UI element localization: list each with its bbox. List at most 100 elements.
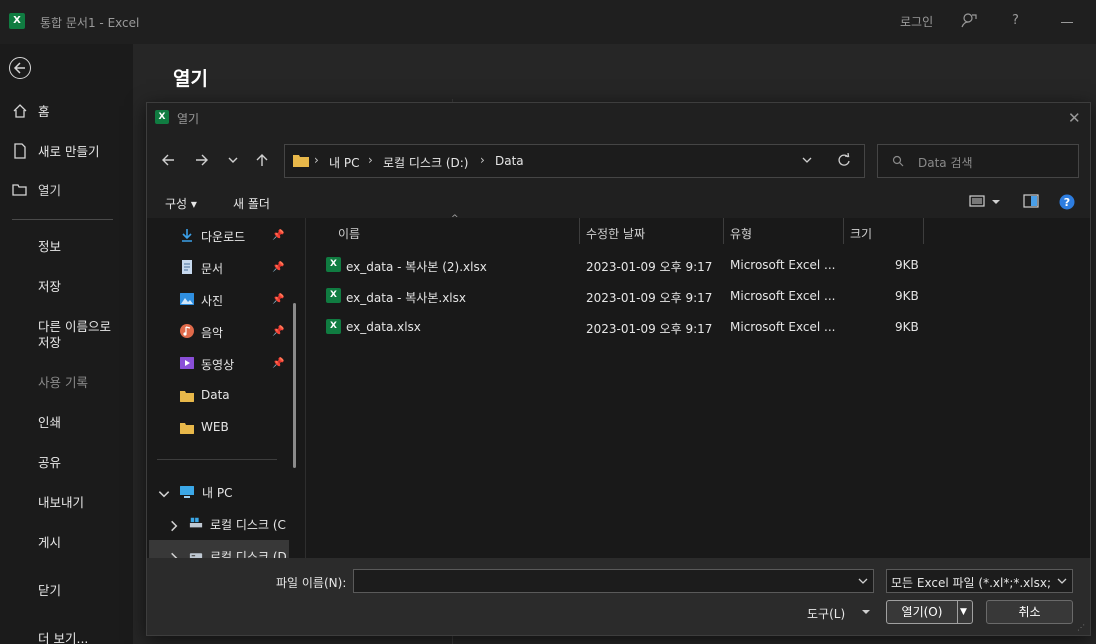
- file-size: 9KB: [895, 289, 919, 303]
- file-size: 9KB: [895, 320, 919, 334]
- pin-icon: 📌: [272, 358, 285, 369]
- nav-new[interactable]: 새로 만들기: [38, 144, 99, 160]
- chevron-down-icon[interactable]: [801, 154, 813, 166]
- nav-close[interactable]: 닫기: [38, 583, 61, 599]
- help-icon[interactable]: ?: [1012, 13, 1019, 28]
- tree-scrollbar[interactable]: [293, 303, 296, 468]
- tree-label: 내 PC: [202, 486, 233, 500]
- refresh-icon[interactable]: [837, 153, 851, 167]
- nav-more[interactable]: 더 보기...: [38, 631, 88, 644]
- tree-label: WEB: [201, 420, 229, 434]
- breadcrumb-separator: ›: [314, 153, 319, 167]
- nav-info[interactable]: 정보: [38, 239, 61, 255]
- help-icon[interactable]: ?: [1059, 194, 1075, 210]
- navigation-row: › 내 PC › 로컬 디스크 (D:) › Data Data 검색: [147, 143, 1090, 179]
- nav-save[interactable]: 저장: [38, 279, 61, 295]
- column-divider[interactable]: [579, 218, 580, 244]
- column-divider[interactable]: [923, 218, 924, 244]
- navigation-tree: 다운로드 📌 문서 📌 사진 📌 음악 📌 동영상 📌 Data WEB 내 P…: [147, 218, 305, 558]
- close-icon[interactable]: ✕: [1068, 109, 1081, 127]
- breadcrumb-drive-d[interactable]: 로컬 디스크 (D:): [383, 154, 468, 171]
- column-header-name[interactable]: 이름: [338, 225, 360, 242]
- preview-pane-icon[interactable]: [1023, 194, 1039, 208]
- document-icon: [182, 260, 192, 274]
- file-date: 2023-01-09 오후 9:17: [586, 260, 713, 274]
- open-button[interactable]: 열기(O) ▼: [886, 600, 973, 624]
- new-document-icon: [14, 143, 26, 159]
- file-row[interactable]: X ex_data.xlsx 2023-01-09 오후 9:17 Micros…: [322, 315, 922, 339]
- title-bar: X 통합 문서1 - Excel 로그인 ?: [0, 0, 1096, 44]
- nav-history: 사용 기록: [38, 375, 88, 390]
- feedback-icon[interactable]: [960, 11, 978, 29]
- resize-grip-icon[interactable]: ⋰: [1077, 623, 1085, 632]
- chevron-down-icon[interactable]: [861, 609, 871, 615]
- file-type: Microsoft Excel ...: [730, 258, 836, 272]
- chevron-down-icon[interactable]: [227, 155, 239, 165]
- file-row[interactable]: X ex_data - 복사본.xlsx 2023-01-09 오후 9:17 …: [322, 284, 922, 308]
- organize-label: 구성: [165, 197, 188, 211]
- breadcrumb-this-pc[interactable]: 내 PC: [329, 154, 359, 171]
- back-arrow-icon[interactable]: [161, 153, 175, 167]
- chevron-down-icon[interactable]: [991, 199, 1001, 205]
- tools-button[interactable]: 도구(L): [807, 605, 845, 622]
- dialog-title: 열기: [177, 112, 200, 126]
- forward-arrow-icon[interactable]: [195, 153, 209, 167]
- file-row[interactable]: X ex_data - 복사본 (2).xlsx 2023-01-09 오후 9…: [322, 253, 922, 277]
- file-type: Microsoft Excel ...: [730, 289, 836, 303]
- nav-save-as[interactable]: 다른 이름으로 저장: [38, 319, 111, 351]
- dialog-title-bar: X 열기 ✕: [147, 103, 1090, 133]
- chevron-right-icon[interactable]: [167, 519, 181, 533]
- file-name: ex_data - 복사본 (2).xlsx: [346, 260, 487, 274]
- cancel-button[interactable]: 취소: [986, 600, 1073, 624]
- chevron-down-icon[interactable]: [157, 487, 171, 501]
- tree-divider: [157, 459, 277, 460]
- up-arrow-icon[interactable]: [255, 153, 269, 167]
- chevron-right-icon[interactable]: [167, 551, 181, 558]
- nav-share[interactable]: 공유: [38, 455, 61, 471]
- breadcrumb-data[interactable]: Data: [495, 154, 524, 168]
- excel-file-icon: X: [326, 288, 341, 303]
- nav-open[interactable]: 열기: [38, 183, 61, 199]
- tree-label: 음악: [201, 326, 224, 340]
- minimize-icon[interactable]: [1061, 22, 1073, 23]
- nav-publish[interactable]: 게시: [38, 535, 61, 551]
- column-header-date[interactable]: 수정한 날짜: [586, 225, 645, 242]
- nav-save-as-line1: 다른 이름으로: [38, 319, 111, 334]
- excel-file-icon: X: [326, 257, 341, 272]
- breadcrumb-separator: ›: [368, 153, 373, 167]
- address-bar[interactable]: › 내 PC › 로컬 디스크 (D:) › Data: [284, 144, 865, 178]
- video-icon: [180, 357, 194, 369]
- nav-export[interactable]: 내보내기: [38, 495, 84, 511]
- nav-print[interactable]: 인쇄: [38, 415, 61, 431]
- tree-label: 로컬 디스크 (C: [210, 518, 286, 532]
- nav-home[interactable]: 홈: [38, 104, 50, 120]
- column-header-type[interactable]: 유형: [730, 225, 752, 242]
- drive-icon: [189, 553, 203, 558]
- picture-icon: [180, 293, 194, 305]
- organize-button[interactable]: 구성 ▾: [165, 195, 197, 212]
- chevron-down-icon[interactable]: [1056, 574, 1068, 588]
- filename-input[interactable]: [353, 569, 874, 593]
- file-name: ex_data - 복사본.xlsx: [346, 291, 466, 305]
- caret-down-icon[interactable]: ▼: [960, 601, 967, 623]
- file-date: 2023-01-09 오후 9:17: [586, 291, 713, 305]
- back-button[interactable]: [9, 57, 31, 79]
- excel-logo-icon: X: [9, 13, 25, 29]
- view-list-icon[interactable]: [969, 194, 985, 208]
- file-list: ^ 이름 수정한 날짜 유형 크기 X ex_data - 복사본 (2).xl…: [305, 214, 1090, 558]
- tree-label: 문서: [201, 262, 224, 276]
- login-button[interactable]: 로그인: [900, 13, 933, 30]
- search-box[interactable]: Data 검색: [877, 144, 1079, 178]
- tree-label: 다운로드: [201, 230, 246, 244]
- column-header-size[interactable]: 크기: [850, 225, 872, 242]
- column-divider[interactable]: [843, 218, 844, 244]
- filename-label: 파일 이름(N):: [276, 576, 347, 590]
- new-folder-button[interactable]: 새 폴더: [233, 195, 270, 212]
- chevron-down-icon[interactable]: [857, 574, 869, 588]
- open-button-label: 열기(O): [901, 605, 943, 619]
- filetype-select[interactable]: 모든 Excel 파일 (*.xl*;*.xlsx;*.xl: [886, 569, 1073, 593]
- pin-icon: 📌: [272, 326, 285, 337]
- breadcrumb-separator: ›: [480, 153, 485, 167]
- column-divider[interactable]: [723, 218, 724, 244]
- music-icon: [180, 324, 194, 338]
